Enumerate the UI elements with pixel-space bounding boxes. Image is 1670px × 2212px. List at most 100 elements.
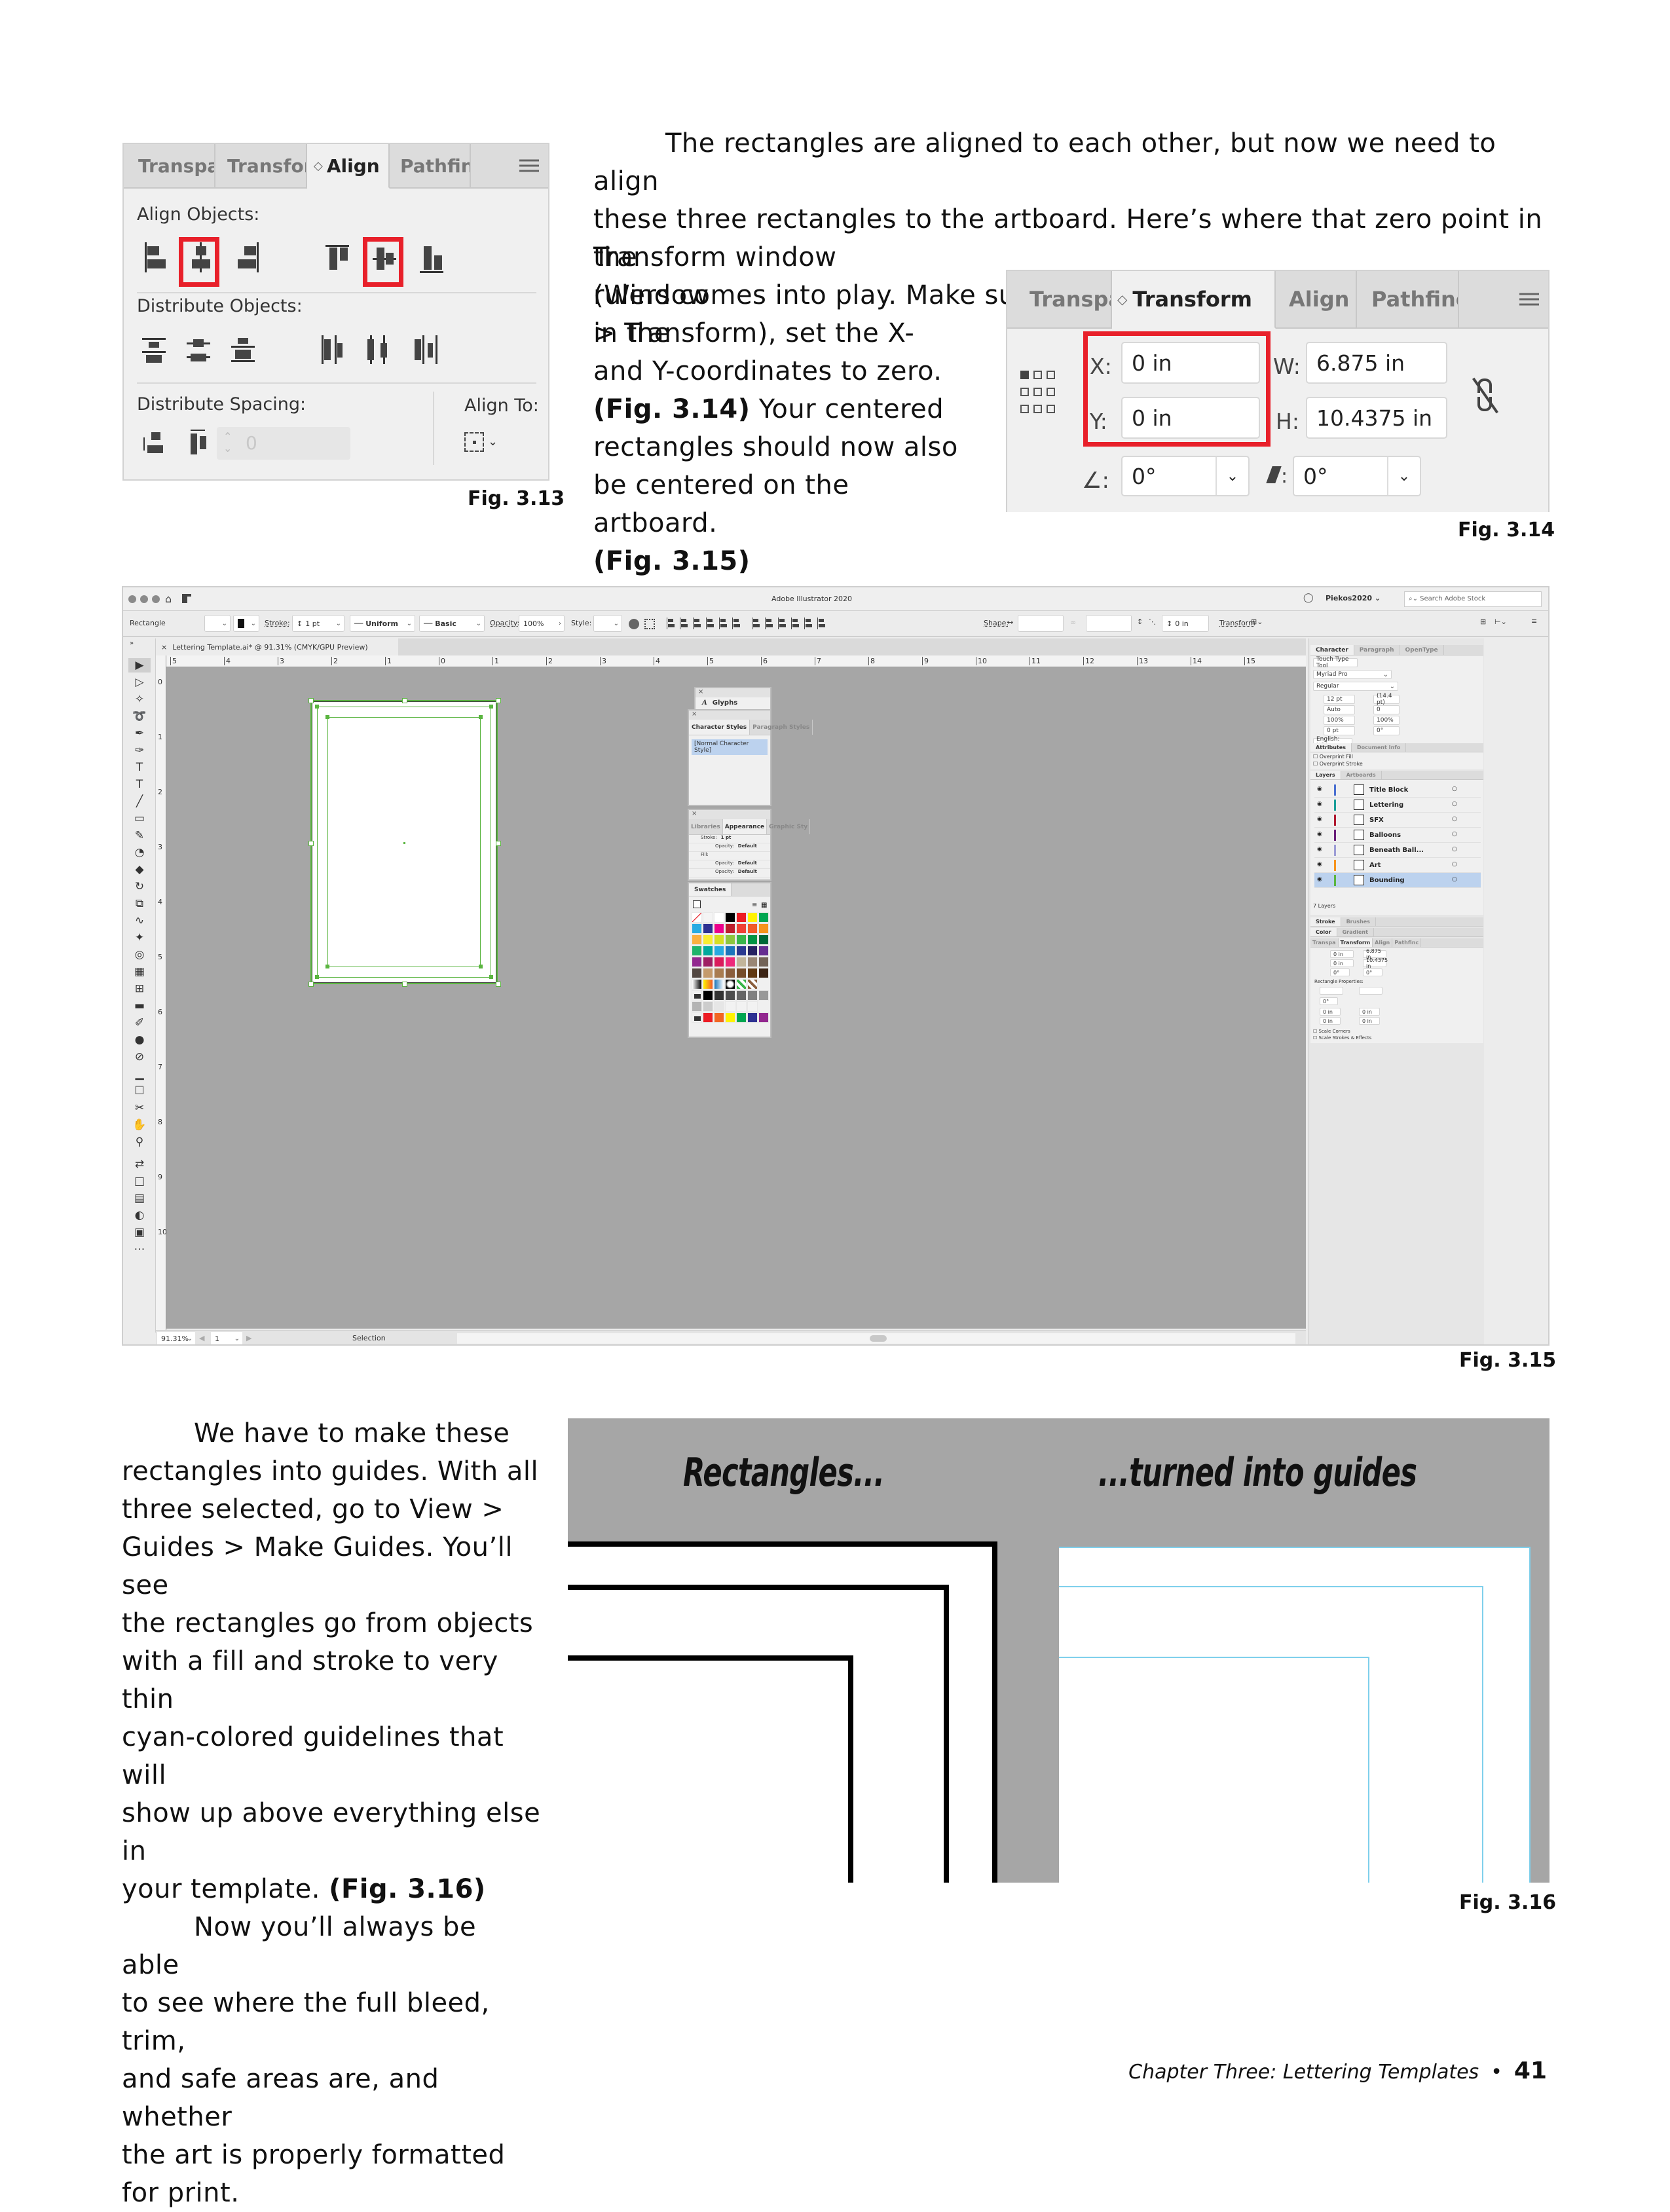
appearance-row[interactable]: Fill: bbox=[689, 852, 770, 860]
user-menu[interactable]: Piekos2020 ⌄ bbox=[1326, 594, 1381, 602]
opacity-field[interactable]: 100% › bbox=[519, 615, 565, 632]
zoom-tool[interactable]: ⚲ bbox=[128, 1135, 151, 1149]
slice-tool[interactable]: ✂ bbox=[128, 1101, 151, 1115]
visibility-eye-icon[interactable]: ◉ bbox=[1317, 786, 1322, 792]
swatch[interactable] bbox=[758, 968, 769, 978]
isolate-icon[interactable]: ⊢⌄ bbox=[1494, 618, 1507, 626]
h-field[interactable]: 10.4375 in bbox=[1363, 957, 1388, 969]
free-transform-tool[interactable]: ✦ bbox=[128, 931, 151, 945]
swatch[interactable] bbox=[758, 990, 769, 1001]
dist-top-button[interactable] bbox=[752, 618, 761, 629]
swatch[interactable] bbox=[703, 957, 713, 967]
baseline-shift-field[interactable]: 0 pt bbox=[1324, 726, 1355, 735]
swatch[interactable] bbox=[747, 934, 758, 945]
anchor-point[interactable] bbox=[325, 965, 329, 968]
corner-type-icon[interactable]: ⋱ bbox=[1149, 618, 1156, 626]
swatch[interactable] bbox=[725, 990, 735, 1001]
swatch[interactable] bbox=[714, 946, 724, 956]
align-v-center-button[interactable] bbox=[719, 618, 728, 629]
align-left-button[interactable] bbox=[667, 618, 676, 629]
zoom-level-dropdown[interactable]: 91.31% ⌄ bbox=[157, 1332, 195, 1344]
tab-transform[interactable]: Transform bbox=[1338, 938, 1373, 947]
swatch[interactable] bbox=[692, 923, 702, 934]
horizontal-align-right-button[interactable] bbox=[236, 242, 260, 272]
horizontal-distribute-center-button[interactable] bbox=[366, 335, 391, 364]
swatch[interactable] bbox=[725, 912, 735, 923]
tab-layers[interactable]: Layers bbox=[1310, 771, 1341, 779]
tab-align[interactable]: Align bbox=[1276, 271, 1357, 327]
line-tool[interactable]: ╱ bbox=[128, 794, 151, 809]
target-circle-icon[interactable]: ○ bbox=[1452, 786, 1457, 792]
maximize-window-button[interactable] bbox=[152, 595, 160, 603]
edit-toolbar-icon[interactable]: ⋯ bbox=[128, 1242, 151, 1257]
panel-menu-icon[interactable] bbox=[519, 159, 539, 172]
list-view-icon[interactable]: ≡ bbox=[752, 902, 757, 909]
tab-align[interactable]: ◇ Align bbox=[307, 144, 390, 189]
swatch[interactable] bbox=[703, 923, 713, 934]
dist-right-button[interactable] bbox=[817, 618, 826, 629]
swatch[interactable] bbox=[714, 912, 724, 923]
target-circle-icon[interactable]: ○ bbox=[1452, 846, 1457, 853]
selection-tool[interactable]: ▶ bbox=[128, 658, 151, 673]
workspace-switcher-icon[interactable] bbox=[182, 594, 191, 603]
layer-row[interactable]: ◉ Lettering ○ bbox=[1314, 798, 1481, 813]
brush-definition-dropdown[interactable]: ── Basic ⌄ bbox=[419, 615, 485, 632]
swatch[interactable] bbox=[692, 912, 702, 923]
rotate-tool[interactable]: ↻ bbox=[128, 879, 151, 894]
chevron-down-icon[interactable]: ⌄ bbox=[1387, 457, 1420, 495]
draw-mode-icon[interactable]: ◐ bbox=[128, 1208, 151, 1223]
swatch[interactable] bbox=[692, 957, 702, 967]
selection-handle[interactable] bbox=[496, 841, 501, 846]
artboard[interactable] bbox=[308, 698, 501, 987]
blob-brush-tool[interactable]: ◔ bbox=[128, 845, 151, 860]
anchor-point[interactable] bbox=[315, 705, 319, 709]
horizontal-align-left-button[interactable] bbox=[143, 242, 167, 272]
symbol-sprayer-tool[interactable]: ⊘ bbox=[128, 1050, 151, 1064]
shape-height-field[interactable] bbox=[1086, 615, 1132, 632]
tab-artboards[interactable]: Artboards bbox=[1341, 771, 1382, 779]
layer-name[interactable]: Title Block bbox=[1369, 786, 1408, 794]
tracking-field[interactable]: 0 bbox=[1373, 705, 1400, 714]
fill-stroke-indicator[interactable] bbox=[693, 900, 701, 908]
close-icon[interactable]: × bbox=[692, 810, 697, 817]
visibility-eye-icon[interactable]: ◉ bbox=[1317, 861, 1322, 868]
swatch[interactable] bbox=[703, 912, 713, 923]
tab-align[interactable]: Align bbox=[1373, 938, 1393, 947]
swatch[interactable] bbox=[758, 957, 769, 967]
artboard-tool[interactable]: ☐ bbox=[128, 1084, 151, 1098]
swatch[interactable] bbox=[747, 912, 758, 923]
direct-selection-tool[interactable]: ▷ bbox=[128, 675, 151, 690]
arrange-documents-icon[interactable]: ⊞ bbox=[1480, 618, 1486, 626]
touch-type-tool[interactable]: T bbox=[128, 760, 151, 775]
lightbulb-icon[interactable]: ◯ bbox=[1303, 593, 1314, 603]
tab-brushes[interactable]: Brushes bbox=[1341, 917, 1376, 926]
search-stock-input[interactable]: ⌕⌄ Search Adobe Stock bbox=[1404, 591, 1542, 607]
artboard-number-dropdown[interactable]: 1 ⌄ bbox=[211, 1332, 242, 1344]
corner-bottom-left-field[interactable]: 0 in bbox=[1320, 1017, 1341, 1025]
layer-row[interactable]: ◉ Bounding ○ bbox=[1314, 873, 1481, 888]
tab-pathfinder[interactable]: Pathfinc bbox=[1392, 938, 1422, 947]
vertical-scale-field[interactable]: 100% bbox=[1324, 716, 1355, 725]
layer-row[interactable]: ◉ Title Block ○ bbox=[1314, 783, 1481, 798]
tab-attributes[interactable]: Attributes bbox=[1310, 743, 1352, 752]
kerning-field[interactable]: Auto bbox=[1324, 705, 1355, 714]
blend-tool[interactable]: ● bbox=[128, 1033, 151, 1047]
tab-document-info[interactable]: Document Info bbox=[1352, 743, 1407, 752]
swatch[interactable] bbox=[703, 990, 713, 1001]
vertical-distribute-top-button[interactable] bbox=[142, 338, 167, 364]
color-group-folder-icon[interactable] bbox=[692, 1012, 702, 1023]
swatch[interactable] bbox=[703, 934, 713, 945]
tab-transparency[interactable]: Transpa bbox=[1310, 938, 1339, 947]
swap-fill-stroke-icon[interactable]: ⇄ bbox=[128, 1157, 151, 1171]
visibility-eye-icon[interactable]: ◉ bbox=[1317, 876, 1322, 883]
horizontal-distribute-left-button[interactable] bbox=[322, 335, 346, 364]
align-to-selection-dropdown[interactable]: ⌄ bbox=[464, 432, 506, 454]
vertical-ruler[interactable]: 0 1 2 3 4 5 6 7 8 9 10 bbox=[156, 655, 167, 1330]
tab-transform[interactable]: ◇ Transform bbox=[1112, 271, 1276, 329]
tab-libraries[interactable]: Libraries bbox=[689, 819, 723, 834]
opacity-label[interactable]: Opacity: bbox=[490, 619, 519, 627]
graphic-style-dropdown[interactable]: ⌄ bbox=[593, 615, 622, 632]
layer-row[interactable]: ◉ Beneath Ball... ○ bbox=[1314, 843, 1481, 858]
tab-transparency[interactable]: Transpar bbox=[124, 144, 215, 187]
transform-link[interactable]: Transform bbox=[1219, 619, 1255, 627]
